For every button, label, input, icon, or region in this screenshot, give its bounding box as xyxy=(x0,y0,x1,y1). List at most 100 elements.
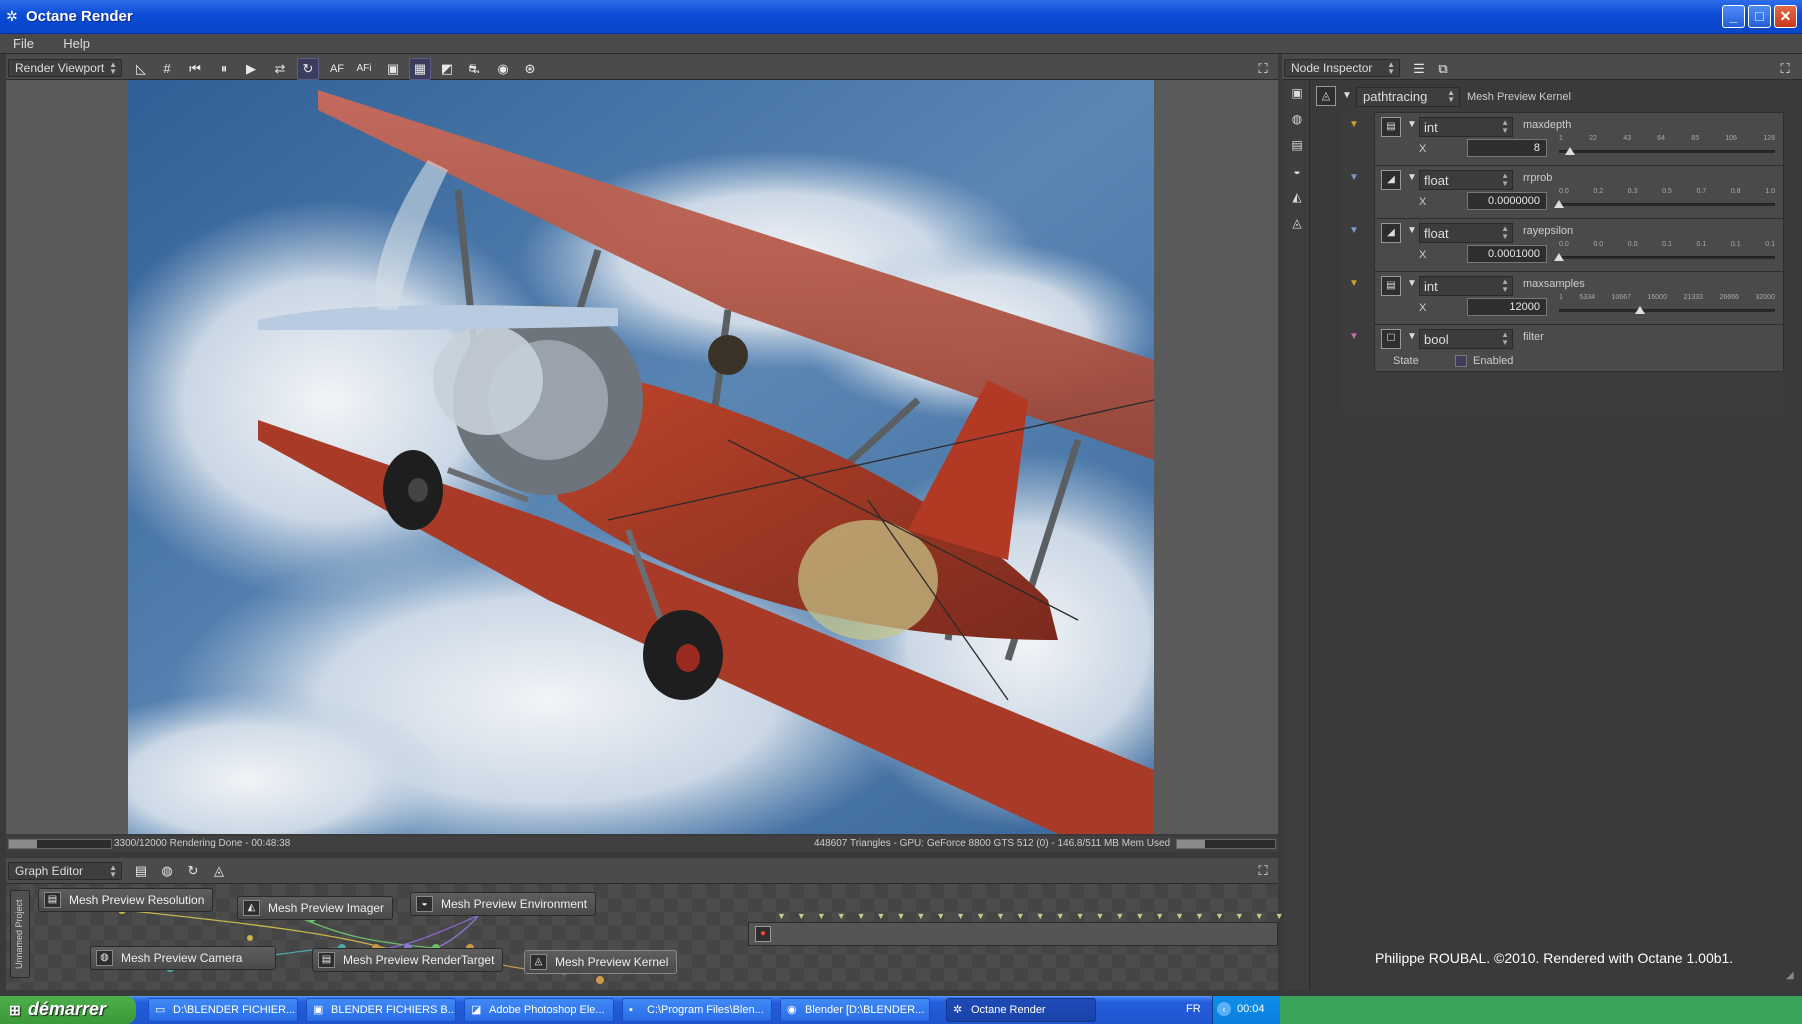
pick-focus-icon[interactable]: ◺ xyxy=(130,58,152,80)
taskbar-item-folder[interactable]: ▭ D:\BLENDER FICHIER... xyxy=(148,998,298,1022)
kernel-node-icon[interactable]: ◬ xyxy=(208,860,230,882)
param-expand-triangle-icon[interactable]: ▼ xyxy=(1349,225,1359,236)
minimize-button[interactable]: _ xyxy=(1722,5,1745,28)
param-type-select[interactable]: int ▲ ▼ xyxy=(1419,117,1513,137)
autofocus-single-icon[interactable]: AFi xyxy=(353,58,375,80)
refresh-graph-icon[interactable]: ↻ xyxy=(182,860,204,882)
param-collapse-icon[interactable]: ▼ xyxy=(1407,278,1417,289)
param-collapse-icon[interactable]: ▼ xyxy=(1407,119,1417,130)
param-type-select[interactable]: float ▲ ▼ xyxy=(1419,170,1513,190)
pin-strip[interactable]: ● ▼▼▼▼▼▼▼▼▼▼▼▼▼▼▼▼▼▼▼▼▼▼▼▼▼▼ xyxy=(748,911,1284,946)
rayepsilon-value-field[interactable]: 0.0001000 xyxy=(1467,245,1547,263)
autofocus-icon[interactable]: AF xyxy=(326,58,348,80)
display-mode-single-icon[interactable]: ▣ xyxy=(382,58,404,80)
graph-node-imager[interactable]: ◭ Mesh Preview Imager xyxy=(237,896,394,920)
expand-all-icon[interactable]: ⧉ xyxy=(1432,58,1454,80)
export-icon[interactable]: ⇄ xyxy=(269,58,291,80)
slider-thumb[interactable] xyxy=(1554,253,1564,261)
camera-path-icon[interactable]: ⛐ xyxy=(463,58,485,80)
task-label: Adobe Photoshop Ele... xyxy=(489,1004,605,1016)
tick-label: 0.0 xyxy=(1593,241,1604,248)
rrprob-slider[interactable]: 0.0 0.2 0.3 0.5 0.7 0.8 1.0 xyxy=(1554,188,1775,214)
add-node-icon[interactable]: ▤ xyxy=(130,860,152,882)
maxdepth-slider[interactable]: 1 22 43 64 85 106 128 xyxy=(1559,135,1775,161)
param-collapse-icon[interactable]: ▼ xyxy=(1407,225,1417,236)
maxsamples-slider[interactable]: 1 5334 10667 16000 21333 26666 32000 xyxy=(1559,294,1775,320)
graph-node-rendertarget[interactable]: ▤ Mesh Preview RenderTarget xyxy=(312,948,504,972)
param-collapse-icon[interactable]: ▼ xyxy=(1407,331,1417,342)
play-icon[interactable]: ▶ xyxy=(240,58,262,80)
camera-shortcut-icon[interactable]: ◍ xyxy=(1288,110,1306,128)
graph-node-kernel[interactable]: ◬ Mesh Preview Kernel xyxy=(524,950,678,974)
pause-icon[interactable]: ⏸ xyxy=(213,58,235,80)
slider-thumb[interactable] xyxy=(1635,306,1645,314)
graph-node-resolution[interactable]: ▤ Mesh Preview Resolution xyxy=(38,888,214,912)
slider-thumb[interactable] xyxy=(1564,147,1575,155)
param-collapse-icon[interactable]: ▼ xyxy=(1407,172,1417,183)
render-settings-icon[interactable]: ⊛ xyxy=(519,58,541,80)
graph-node-camera[interactable]: ◍ Mesh Preview Camera xyxy=(90,946,276,970)
graph-node-environment[interactable]: ◒ Mesh Preview Environment xyxy=(410,892,597,916)
start-button[interactable]: ⊞ démarrer xyxy=(0,996,136,1024)
slider-track xyxy=(1559,309,1775,312)
kernel-shortcut-icon[interactable]: ◬ xyxy=(1288,214,1306,232)
tick-label: 0.2 xyxy=(1593,188,1604,195)
graph-panel-select[interactable]: Graph Editor ▲ ▼ xyxy=(8,862,122,880)
rrprob-value-field[interactable]: 0.0000000 xyxy=(1467,192,1547,210)
param-expand-triangle-icon[interactable]: ▼ xyxy=(1349,119,1359,130)
display-mode-split-icon[interactable]: ◩ xyxy=(436,58,458,80)
clock[interactable]: 00:04 xyxy=(1237,1003,1265,1015)
tick-label: 0.0 xyxy=(1559,241,1569,248)
param-expand-triangle-icon[interactable]: ▼ xyxy=(1349,278,1359,289)
language-indicator[interactable]: FR xyxy=(1186,1003,1201,1015)
menu-file[interactable]: File xyxy=(0,34,47,53)
enabled-label: Enabled xyxy=(1473,355,1514,367)
imager-shortcut-icon[interactable]: ▣ xyxy=(1288,84,1306,102)
maxsamples-value-field[interactable]: 12000 xyxy=(1467,298,1547,316)
resolution-shortcut-icon[interactable]: ▤ xyxy=(1288,136,1306,154)
collapse-all-icon[interactable]: ☰ xyxy=(1408,58,1430,80)
task-label: Blender [D:\BLENDER... xyxy=(805,1004,925,1016)
param-expand-triangle-icon[interactable]: ▼ xyxy=(1349,172,1359,183)
restart-icon[interactable]: ⏮ xyxy=(184,58,206,80)
kernel-type-select[interactable]: pathtracing ▲ ▼ xyxy=(1356,87,1460,107)
viewport-panel-select[interactable]: Render Viewport ▲ ▼ xyxy=(8,59,122,77)
inspector-panel-select[interactable]: Node Inspector ▲ ▼ xyxy=(1284,59,1400,77)
taskbar-item-office[interactable]: ▣ BLENDER FICHIERS B... xyxy=(306,998,456,1022)
tick-label: 0.0 xyxy=(1627,241,1638,248)
save-image-icon[interactable]: ◉ xyxy=(492,58,514,80)
taskbar-item-octane[interactable]: ✲ Octane Render xyxy=(946,998,1096,1022)
param-type-select[interactable]: int ▲ ▼ xyxy=(1419,276,1513,296)
menu-help[interactable]: Help xyxy=(50,34,103,53)
taskbar-item-blender[interactable]: ◉ Blender [D:\BLENDER... xyxy=(780,998,930,1022)
kernel-collapse-triangle-icon[interactable]: ▼ xyxy=(1342,90,1352,101)
output-node-icon: ● xyxy=(755,926,771,942)
imager-settings-icon[interactable]: ◭ xyxy=(1288,188,1306,206)
param-type-value: float xyxy=(1424,173,1449,188)
maximize-button[interactable]: □ xyxy=(1748,5,1771,28)
display-mode-checker-icon[interactable]: ▦ xyxy=(409,58,431,80)
slider-thumb[interactable] xyxy=(1554,200,1564,208)
resize-grip-icon[interactable]: ◢ xyxy=(1786,970,1794,981)
window-titlebar[interactable]: ✲ Octane Render _ □ ✕ xyxy=(0,0,1802,34)
viewport-fullscreen-icon[interactable]: ⛶ xyxy=(1252,58,1274,80)
camera-node-icon[interactable]: ◍ xyxy=(156,860,178,882)
grid-icon[interactable]: # xyxy=(156,58,178,80)
close-button[interactable]: ✕ xyxy=(1774,5,1797,28)
tick-label: 43 xyxy=(1623,135,1631,142)
param-expand-triangle-icon[interactable]: ▼ xyxy=(1349,331,1359,342)
realtime-refresh-icon[interactable]: ↻ xyxy=(297,58,319,80)
inspector-fullscreen-icon[interactable]: ⛶ xyxy=(1774,58,1796,80)
environment-shortcut-icon[interactable]: ◒ xyxy=(1288,162,1306,180)
param-type-select[interactable]: bool ▲ ▼ xyxy=(1419,329,1513,349)
graph-editor-canvas[interactable]: Unnamed Project ▤ Mesh Preview Resolutio… xyxy=(6,884,1284,990)
taskbar-item-cmd[interactable]: ▪ C:\Program Files\Blen... xyxy=(622,998,772,1022)
taskbar-item-photoshop[interactable]: ◪ Adobe Photoshop Ele... xyxy=(464,998,614,1022)
rayepsilon-slider[interactable]: 0.0 0.0 0.0 0.1 0.1 0.1 0.1 xyxy=(1554,241,1775,267)
maxdepth-value-field[interactable]: 8 xyxy=(1467,139,1547,157)
tray-expand-icon[interactable]: ‹ xyxy=(1217,1002,1231,1016)
graph-fullscreen-icon[interactable]: ⛶ xyxy=(1252,860,1274,882)
filter-enabled-checkbox[interactable] xyxy=(1455,355,1467,367)
param-type-select[interactable]: float ▲ ▼ xyxy=(1419,223,1513,243)
render-progress-text: 3300/12000 Rendering Done - 00:48:38 xyxy=(114,838,291,849)
